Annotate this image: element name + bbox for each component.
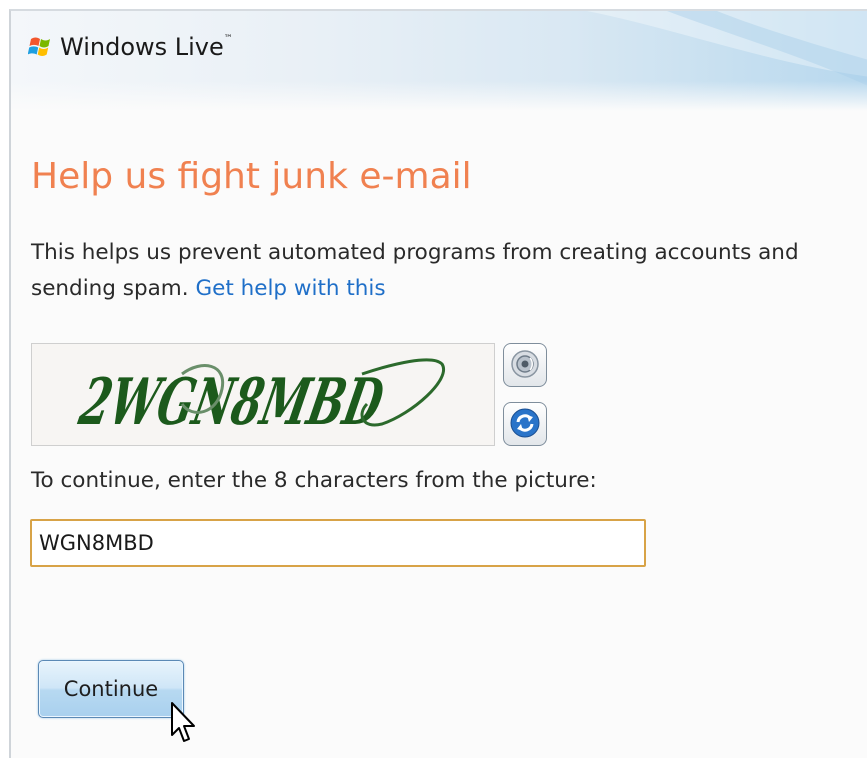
description-text: This helps us prevent automated programs… [31, 240, 799, 301]
brand: Windows Live™ [27, 33, 233, 61]
captcha-text: 2WGN8MBD [73, 365, 390, 440]
description-paragraph: This helps us prevent automated programs… [31, 235, 861, 307]
captcha-prompt: To continue, enter the 8 characters from… [31, 468, 597, 493]
audio-captcha-button[interactable] [503, 343, 547, 387]
speaker-icon [510, 349, 540, 382]
help-link[interactable]: Get help with this [195, 276, 385, 301]
refresh-captcha-button[interactable] [503, 402, 547, 446]
captcha-answer-input[interactable] [30, 519, 646, 567]
header-fade [11, 81, 867, 111]
captcha-glyphs: 2WGN8MBD [73, 358, 446, 440]
signup-window: Windows Live™ Help us fight junk e-mail … [9, 9, 867, 758]
refresh-icon [509, 407, 541, 442]
captcha-image: 2WGN8MBD [31, 343, 495, 446]
continue-button[interactable]: Continue [38, 660, 184, 718]
windows-flag-icon [27, 35, 55, 59]
header-banner: Windows Live™ [11, 11, 867, 111]
brand-name: Windows Live™ [60, 33, 233, 61]
trademark-symbol: ™ [223, 34, 233, 44]
mouse-cursor-icon [171, 702, 195, 742]
page-title: Help us fight junk e-mail [31, 156, 472, 197]
